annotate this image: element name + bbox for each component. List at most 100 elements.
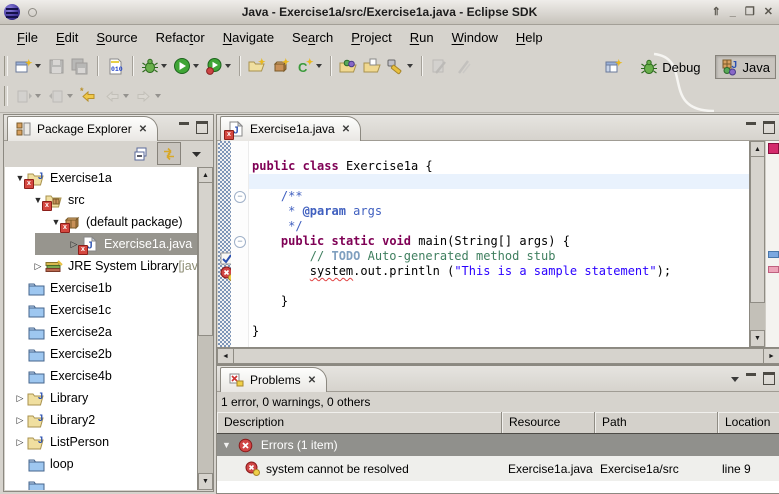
menu-project[interactable]: Project — [344, 27, 398, 48]
dropdown-arrow-icon[interactable] — [225, 64, 231, 68]
folding-ruler[interactable]: −− — [231, 141, 249, 347]
menu-help[interactable]: Help — [509, 27, 550, 48]
collapse-arrow-icon[interactable]: ▼ — [222, 440, 231, 450]
new-wizard-button[interactable]: ✦ — [13, 55, 43, 77]
view-menu-icon[interactable] — [731, 377, 739, 382]
open-type-button[interactable] — [337, 55, 359, 77]
scrollbar-thumb[interactable] — [198, 182, 213, 336]
scrollbar-thumb[interactable] — [750, 156, 765, 303]
new-class-button[interactable]: C✦ — [294, 55, 324, 77]
tree-item-listperson[interactable]: ▷JListPerson — [5, 431, 197, 453]
collapse-all-button[interactable] — [129, 142, 153, 165]
tree-item-library2[interactable]: ▷JLibrary2 — [5, 409, 197, 431]
close-button[interactable]: ✕ — [764, 7, 773, 18]
tree-item-default-package[interactable]: ▼x(default package) — [5, 211, 197, 233]
tree-item-exercise2a[interactable]: Exercise2a — [5, 321, 197, 343]
tree-item-exercise1b[interactable]: Exercise1b — [5, 277, 197, 299]
tree-item-loop[interactable]: loop — [5, 453, 197, 475]
scroll-down-icon[interactable]: ▼ — [198, 473, 213, 490]
problems-tab[interactable]: Problems ✕ — [220, 367, 327, 392]
code-editor[interactable]: public class Exercise1a { /** * @param a… — [249, 141, 749, 347]
scrollbar-thumb[interactable] — [233, 348, 764, 364]
maximize-view-button[interactable] — [196, 121, 208, 134]
menu-navigate[interactable]: Navigate — [216, 27, 281, 48]
class-file-button[interactable]: 010 — [104, 55, 126, 77]
maximize-editor-button[interactable] — [763, 121, 775, 134]
fold-collapse-icon[interactable]: − — [234, 191, 246, 203]
last-edit-location-button[interactable]: * — [77, 85, 99, 107]
expand-arrow-icon[interactable]: ▷ — [13, 415, 27, 426]
dropdown-arrow-icon[interactable] — [161, 64, 167, 68]
overview-ruler[interactable] — [765, 141, 779, 347]
minimize-button[interactable]: _ — [730, 7, 736, 18]
tree-item-exercise4b[interactable]: Exercise4b — [5, 365, 197, 387]
close-icon[interactable]: ✕ — [342, 124, 350, 135]
expand-arrow-icon[interactable]: ▷ — [31, 261, 45, 272]
close-icon[interactable]: ✕ — [139, 124, 147, 135]
menu-file[interactable]: File — [10, 27, 45, 48]
error-marker-icon[interactable] — [218, 264, 232, 278]
editor-scrollbar[interactable]: ▲ ▼ — [749, 141, 765, 347]
expand-arrow-icon[interactable]: ▷ — [13, 437, 27, 448]
editor-tab[interactable]: Jx Exercise1a.java ✕ — [220, 116, 361, 141]
menu-search[interactable]: Search — [285, 27, 340, 48]
tree-item-exercise1a[interactable]: ▼JxExercise1a — [5, 167, 197, 189]
open-resource-button[interactable] — [361, 55, 383, 77]
editor-hscrollbar[interactable]: ◄ ► — [217, 347, 779, 364]
expand-arrow-icon[interactable]: ▷ — [13, 393, 27, 404]
menu-edit[interactable]: Edit — [49, 27, 85, 48]
problems-row[interactable]: system cannot be resolvedExercise1a.java… — [217, 456, 779, 481]
scroll-right-icon[interactable]: ► — [763, 348, 779, 364]
package-explorer-tab[interactable]: Package Explorer ✕ — [7, 116, 158, 141]
package-explorer-scrollbar[interactable]: ▲ ▼ — [197, 167, 213, 490]
annotation-ruler[interactable] — [218, 141, 231, 347]
minimize-view-button[interactable] — [179, 122, 189, 134]
column-header-location[interactable]: Location — [718, 412, 779, 433]
dropdown-arrow-icon[interactable] — [155, 94, 161, 98]
tree-item-exercise1a-java[interactable]: ▷JxExercise1a.java — [5, 233, 197, 255]
new-package-button[interactable]: ✦ — [270, 55, 292, 77]
column-header-resource[interactable]: Resource — [502, 412, 595, 433]
dropdown-arrow-icon[interactable] — [193, 64, 199, 68]
column-header-path[interactable]: Path — [595, 412, 718, 433]
tree-item-exercise1c[interactable]: Exercise1c — [5, 299, 197, 321]
menu-source[interactable]: Source — [89, 27, 144, 48]
shade-button[interactable]: ⇑ — [712, 7, 721, 18]
dropdown-arrow-icon[interactable] — [67, 94, 73, 98]
run-external-button[interactable] — [203, 55, 233, 77]
tree-item-exercise2b[interactable]: Exercise2b — [5, 343, 197, 365]
maximize-view-button[interactable] — [763, 372, 775, 385]
dropdown-arrow-icon[interactable] — [316, 64, 322, 68]
dropdown-arrow-icon[interactable] — [35, 64, 41, 68]
tree-item-jre-system-library[interactable]: ▷JRE System Library [java — [5, 255, 197, 277]
close-icon[interactable]: ✕ — [308, 375, 316, 386]
overview-error-indicator[interactable] — [768, 143, 779, 154]
link-with-editor-button[interactable] — [157, 142, 181, 165]
view-menu-button[interactable] — [185, 142, 209, 165]
debug-button[interactable] — [139, 55, 169, 77]
minimize-editor-button[interactable] — [746, 122, 756, 134]
fold-collapse-icon[interactable]: − — [234, 236, 246, 248]
debug-perspective-button[interactable]: Debug — [634, 55, 706, 79]
error-overview-marker[interactable] — [768, 266, 779, 273]
search-button[interactable] — [385, 55, 415, 77]
column-header-description[interactable]: Description — [217, 412, 502, 433]
scroll-down-icon[interactable]: ▼ — [750, 330, 765, 347]
open-perspective-button[interactable]: ✦ — [603, 56, 625, 78]
java-perspective-button[interactable]: JJava — [715, 55, 776, 79]
task-marker-icon[interactable] — [218, 249, 232, 263]
dropdown-arrow-icon[interactable] — [407, 64, 413, 68]
dropdown-arrow-icon[interactable] — [123, 94, 129, 98]
tree-item-library[interactable]: ▷JLibrary — [5, 387, 197, 409]
run-button[interactable] — [171, 55, 201, 77]
tree-item-partial[interactable] — [5, 475, 197, 490]
menu-refactor[interactable]: Refactor — [149, 27, 212, 48]
dropdown-arrow-icon[interactable] — [35, 94, 41, 98]
maximize-button[interactable]: ❒ — [745, 7, 755, 18]
minimize-view-button[interactable] — [746, 373, 756, 385]
menu-window[interactable]: Window — [445, 27, 505, 48]
problems-group-errors[interactable]: ▼Errors (1 item) — [217, 434, 779, 456]
task-overview-marker[interactable] — [768, 251, 779, 258]
scroll-left-icon[interactable]: ◄ — [217, 348, 234, 364]
menu-run[interactable]: Run — [403, 27, 441, 48]
